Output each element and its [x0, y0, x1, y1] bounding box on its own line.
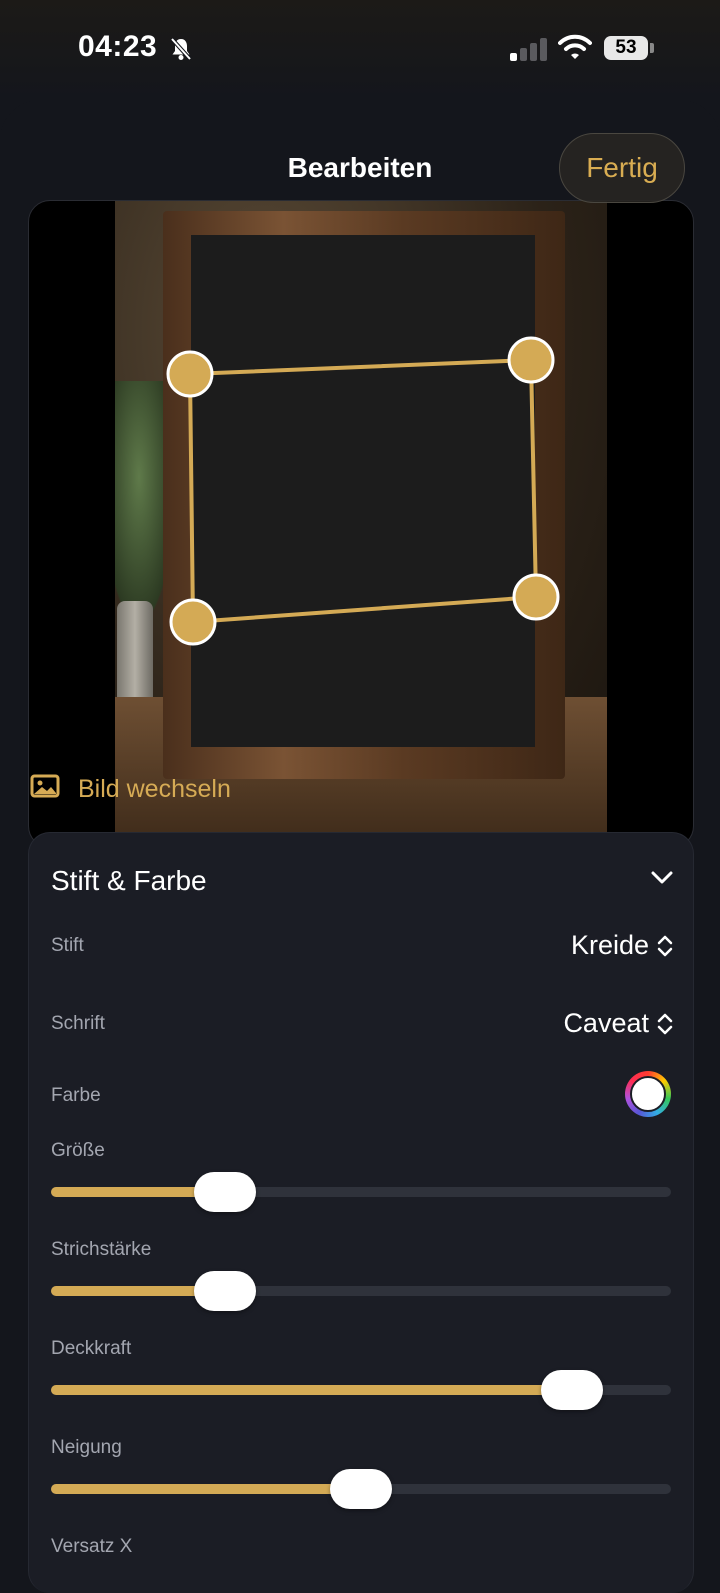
corner-handle-top-left[interactable]: [166, 350, 214, 398]
done-button[interactable]: Fertig: [559, 133, 685, 203]
slider-fill: [51, 1484, 361, 1494]
chevron-down-icon[interactable]: [651, 871, 673, 890]
section-title: Stift & Farbe: [51, 865, 207, 896]
color-label: Farbe: [51, 1085, 101, 1106]
color-picker-button[interactable]: [625, 1071, 671, 1117]
slider-thumb[interactable]: [193, 1271, 256, 1311]
battery-icon: 53: [604, 36, 648, 60]
selected-color: [630, 1076, 666, 1112]
battery-level: 53: [615, 37, 637, 58]
status-time: 04:23: [78, 30, 158, 63]
slider-thumb[interactable]: [330, 1469, 392, 1509]
chevron-updown-icon[interactable]: [657, 1011, 673, 1042]
slider-label-stroke: Strichstärke: [51, 1239, 152, 1260]
corner-handle-bottom-right[interactable]: [512, 573, 560, 621]
image-icon: [30, 774, 60, 805]
change-image-button[interactable]: Bild wechseln: [30, 774, 231, 805]
status-bar: 04:23 53: [0, 0, 720, 100]
editor-sheet: Bearbeiten Fertig Bild wechseln Stift & …: [0, 100, 720, 1593]
perspective-overlay: [166, 336, 560, 646]
slider-label-opacity: Deckkraft: [51, 1338, 132, 1359]
pen-color-card: Stift & Farbe Stift Kreide Schrift Cavea…: [28, 832, 694, 1593]
slider-label-offset-x: Versatz X: [51, 1536, 133, 1557]
image-preview: [28, 200, 694, 848]
font-label: Schrift: [51, 1013, 105, 1034]
corner-handle-bottom-left[interactable]: [169, 598, 217, 646]
done-button-label: Fertig: [586, 152, 658, 183]
battery-tip: [650, 43, 654, 53]
size-slider[interactable]: [51, 1172, 671, 1212]
chevron-updown-icon[interactable]: [657, 933, 673, 964]
slider-label-tilt: Neigung: [51, 1437, 122, 1458]
opacity-slider[interactable]: [51, 1370, 671, 1410]
slider-thumb[interactable]: [540, 1370, 603, 1410]
pen-label: Stift: [51, 935, 84, 956]
slider-label-size: Größe: [51, 1140, 105, 1161]
slider-thumb[interactable]: [193, 1172, 256, 1212]
bell-slash-icon: [168, 36, 194, 67]
font-select-value[interactable]: Caveat: [563, 1008, 649, 1039]
corner-handle-top-right[interactable]: [507, 336, 555, 384]
pen-select-value[interactable]: Kreide: [571, 930, 649, 961]
wifi-icon: [558, 34, 592, 65]
change-image-label: Bild wechseln: [78, 775, 231, 803]
signal-icon: [510, 38, 547, 61]
stroke-width-slider[interactable]: [51, 1271, 671, 1311]
tilt-slider[interactable]: [51, 1469, 671, 1509]
slider-fill: [51, 1385, 572, 1395]
